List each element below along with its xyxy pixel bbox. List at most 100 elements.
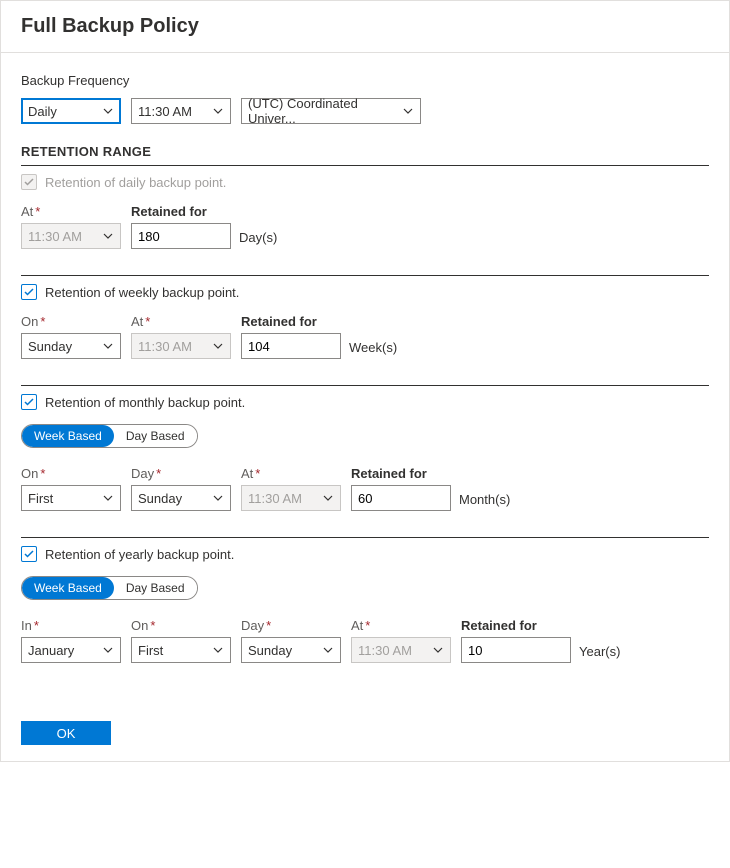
weekly-check-label: Retention of weekly backup point. bbox=[45, 285, 239, 300]
chevron-down-icon bbox=[102, 230, 114, 242]
weekly-at-value: 11:30 AM bbox=[138, 339, 192, 354]
chevron-down-icon bbox=[432, 644, 444, 656]
yearly-week-based-pill[interactable]: Week Based bbox=[22, 577, 114, 599]
monthly-unit: Month(s) bbox=[459, 492, 510, 511]
monthly-on-select[interactable]: First bbox=[21, 485, 121, 511]
weekly-on-label: On* bbox=[21, 314, 121, 329]
check-icon bbox=[23, 396, 35, 408]
daily-at-field: At* 11:30 AM bbox=[21, 204, 121, 249]
yearly-on-label: On* bbox=[131, 618, 231, 633]
monthly-day-select[interactable]: Sunday bbox=[131, 485, 231, 511]
weekly-on-value: Sunday bbox=[28, 339, 72, 354]
monthly-retained-input[interactable] bbox=[358, 491, 444, 506]
yearly-retention-checkbox[interactable] bbox=[21, 546, 37, 562]
monthly-day-value: Sunday bbox=[138, 491, 182, 506]
monthly-at-field: At* 11:30 AM bbox=[241, 466, 341, 511]
backup-frequency-label: Backup Frequency bbox=[21, 73, 709, 88]
daily-check-label: Retention of daily backup point. bbox=[45, 175, 226, 190]
yearly-at-field: At* 11:30 AM bbox=[351, 618, 451, 663]
weekly-fields-row: On* Sunday At* 11:30 AM Retained for bbox=[21, 314, 709, 359]
weekly-retained-input-wrapper[interactable] bbox=[241, 333, 341, 359]
monthly-day-field: Day* Sunday bbox=[131, 466, 231, 511]
panel-header: Full Backup Policy bbox=[1, 1, 729, 53]
daily-at-label: At* bbox=[21, 204, 121, 219]
monthly-retention-section: Retention of monthly backup point. Week … bbox=[21, 394, 709, 511]
daily-retained-input[interactable] bbox=[138, 229, 224, 244]
chevron-down-icon bbox=[212, 644, 224, 656]
yearly-retained-input[interactable] bbox=[468, 643, 564, 658]
yearly-at-label: At* bbox=[351, 618, 451, 633]
daily-at-value: 11:30 AM bbox=[28, 229, 82, 244]
weekly-retention-checkbox[interactable] bbox=[21, 284, 37, 300]
weekly-at-field: At* 11:30 AM bbox=[131, 314, 231, 359]
yearly-day-select[interactable]: Sunday bbox=[241, 637, 341, 663]
monthly-at-select: 11:30 AM bbox=[241, 485, 341, 511]
yearly-at-select: 11:30 AM bbox=[351, 637, 451, 663]
chevron-down-icon bbox=[102, 105, 114, 117]
weekly-on-field: On* Sunday bbox=[21, 314, 121, 359]
frequency-time-value: 11:30 AM bbox=[138, 104, 192, 119]
daily-retention-section: Retention of daily backup point. At* 11:… bbox=[21, 174, 709, 249]
weekly-on-select[interactable]: Sunday bbox=[21, 333, 121, 359]
monthly-on-label: On* bbox=[21, 466, 121, 481]
daily-retained-input-wrapper[interactable] bbox=[131, 223, 231, 249]
chevron-down-icon bbox=[102, 644, 114, 656]
monthly-retained-label: Retained for bbox=[351, 466, 451, 481]
daily-at-select: 11:30 AM bbox=[21, 223, 121, 249]
frequency-timezone-value: (UTC) Coordinated Univer... bbox=[248, 96, 396, 126]
chevron-down-icon bbox=[212, 492, 224, 504]
page-title: Full Backup Policy bbox=[21, 15, 709, 38]
monthly-at-label: At* bbox=[241, 466, 341, 481]
weekly-check-row: Retention of weekly backup point. bbox=[21, 284, 709, 300]
chevron-down-icon bbox=[102, 492, 114, 504]
monthly-fields-row: On* First Day* Sunday At* 1 bbox=[21, 466, 709, 511]
ok-button[interactable]: OK bbox=[21, 721, 111, 745]
monthly-basis-toggle: Week Based Day Based bbox=[21, 424, 198, 448]
divider bbox=[21, 275, 709, 276]
daily-check-row: Retention of daily backup point. bbox=[21, 174, 709, 190]
chevron-down-icon bbox=[212, 340, 224, 352]
yearly-unit: Year(s) bbox=[579, 644, 620, 663]
frequency-timezone-select[interactable]: (UTC) Coordinated Univer... bbox=[241, 98, 421, 124]
monthly-retention-checkbox[interactable] bbox=[21, 394, 37, 410]
yearly-on-value: First bbox=[138, 643, 163, 658]
yearly-check-label: Retention of yearly backup point. bbox=[45, 547, 234, 562]
monthly-check-label: Retention of monthly backup point. bbox=[45, 395, 245, 410]
monthly-on-field: On* First bbox=[21, 466, 121, 511]
check-icon bbox=[23, 286, 35, 298]
chevron-down-icon bbox=[322, 644, 334, 656]
daily-unit: Day(s) bbox=[239, 230, 277, 249]
retention-range-heading: RETENTION RANGE bbox=[21, 144, 709, 159]
frequency-schedule-select[interactable]: Daily bbox=[21, 98, 121, 124]
yearly-retained-input-wrapper[interactable] bbox=[461, 637, 571, 663]
daily-fields-row: At* 11:30 AM Retained for Day(s) bbox=[21, 204, 709, 249]
weekly-retained-input[interactable] bbox=[248, 339, 334, 354]
daily-retention-checkbox bbox=[21, 174, 37, 190]
panel-footer: OK bbox=[1, 705, 729, 761]
frequency-time-select[interactable]: 11:30 AM bbox=[131, 98, 231, 124]
weekly-retained-label: Retained for bbox=[241, 314, 341, 329]
weekly-retained-field: Retained for bbox=[241, 314, 341, 359]
yearly-on-select[interactable]: First bbox=[131, 637, 231, 663]
yearly-day-based-pill[interactable]: Day Based bbox=[114, 577, 197, 599]
chevron-down-icon bbox=[102, 340, 114, 352]
yearly-day-value: Sunday bbox=[248, 643, 292, 658]
monthly-week-based-pill[interactable]: Week Based bbox=[22, 425, 114, 447]
yearly-retention-section: Retention of yearly backup point. Week B… bbox=[21, 546, 709, 663]
check-icon bbox=[23, 548, 35, 560]
weekly-unit: Week(s) bbox=[349, 340, 397, 359]
monthly-at-value: 11:30 AM bbox=[248, 491, 302, 506]
full-backup-policy-panel: Full Backup Policy Backup Frequency Dail… bbox=[0, 0, 730, 762]
yearly-in-select[interactable]: January bbox=[21, 637, 121, 663]
yearly-day-label: Day* bbox=[241, 618, 341, 633]
yearly-in-value: January bbox=[28, 643, 74, 658]
yearly-in-field: In* January bbox=[21, 618, 121, 663]
monthly-on-value: First bbox=[28, 491, 53, 506]
yearly-in-label: In* bbox=[21, 618, 121, 633]
yearly-check-row: Retention of yearly backup point. bbox=[21, 546, 709, 562]
weekly-retention-section: Retention of weekly backup point. On* Su… bbox=[21, 284, 709, 359]
monthly-day-label: Day* bbox=[131, 466, 231, 481]
monthly-day-based-pill[interactable]: Day Based bbox=[114, 425, 197, 447]
monthly-retained-input-wrapper[interactable] bbox=[351, 485, 451, 511]
frequency-row: Daily 11:30 AM (UTC) Coordinated Univer.… bbox=[21, 98, 709, 124]
